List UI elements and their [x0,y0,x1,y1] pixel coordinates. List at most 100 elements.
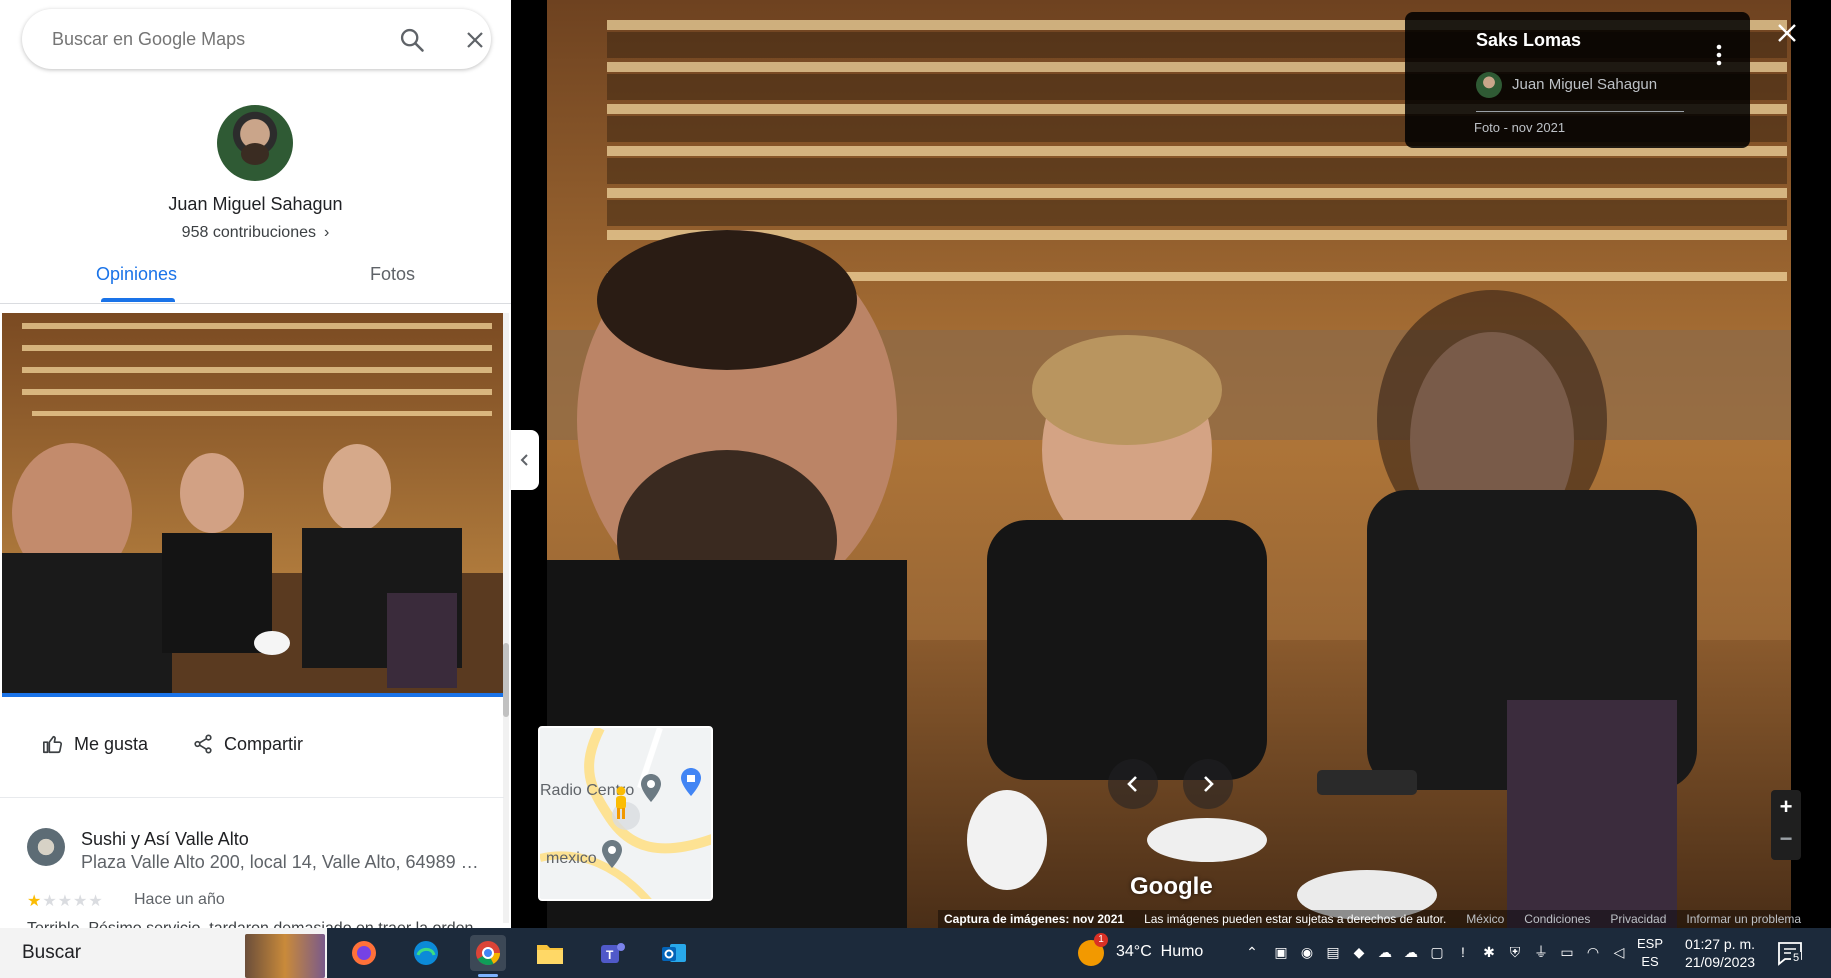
usb-icon[interactable]: ⏚ [1532,943,1550,961]
author-avatar[interactable] [1476,72,1502,98]
battery-icon[interactable]: ▭ [1558,943,1576,961]
contributor-panel: Juan Miguel Sahagun 958 contribuciones› … [0,0,511,928]
place-name[interactable]: Sushi y Así Valle Alto [81,829,249,850]
star-icon: ★ [57,893,74,910]
search-icon[interactable] [398,26,426,54]
review-photo[interactable] [2,313,504,695]
profile-name: Juan Miguel Sahagun [168,194,343,214]
weather-alert-badge: 1 [1094,933,1108,947]
mini-map[interactable]: Radio Centro mexico [538,726,713,901]
taskbar-search-label: Buscar [22,942,82,963]
active-tab-indicator [101,298,175,302]
pegman-icon[interactable] [612,786,630,820]
star-icon: ★ [27,893,43,910]
edge-icon[interactable] [408,935,444,971]
scrollbar-thumb[interactable] [503,643,509,717]
chevron-left-icon [520,454,528,466]
terms-link[interactable]: Condiciones [1524,912,1590,926]
security-icon[interactable]: ◆ [1350,943,1368,961]
chevron-right-icon [1204,776,1214,792]
teams-tray-icon[interactable]: ▤ [1324,943,1342,961]
map-label: mexico [546,850,597,867]
like-button[interactable]: Me gusta [42,733,148,755]
wifi-icon[interactable]: ◠ [1584,943,1602,961]
outlook-tray-icon[interactable]: ▣ [1272,943,1290,961]
contributions-link[interactable]: 958 contribuciones › [0,224,511,242]
attribution-bar: Captura de imágenes: nov 2021 Las imágen… [938,910,1808,928]
place-thumbnail[interactable] [27,828,65,866]
discord-icon[interactable]: ◉ [1298,943,1316,961]
zoom-in-button[interactable]: + [1771,794,1801,820]
shield-icon[interactable]: ⛨ [1506,943,1524,961]
contributions-count: 958 contribuciones [181,224,316,241]
temperature: 34°C [1116,943,1152,960]
zoom-out-button[interactable]: − [1771,826,1801,852]
shopping-pin-icon [681,768,701,796]
chevron-left-icon [1127,776,1137,792]
viewer-edge [1791,0,1831,928]
thumbs-up-icon [43,735,62,754]
bluetooth-icon[interactable]: ✱ [1480,943,1498,961]
report-problem-link[interactable]: Informar un problema [1686,912,1801,926]
close-icon[interactable] [463,28,487,52]
panel-scrollbar[interactable] [503,313,509,923]
share-icon [194,734,212,754]
language-indicator[interactable]: ESP ES [1637,935,1663,971]
close-viewer-icon[interactable] [1776,22,1798,44]
time: 01:27 p. m. [1684,936,1756,952]
zoom-controls: + − [1771,790,1801,860]
google-logo: Google [1130,873,1213,900]
photo-date: Foto - nov 2021 [1474,120,1566,135]
place-address: Plaza Valle Alto 200, local 14, Valle Al… [81,852,481,872]
divider [0,303,511,304]
previous-photo-button[interactable] [1108,759,1158,809]
teams-icon[interactable]: T [594,935,630,971]
date: 21/09/2023 [1684,954,1756,970]
firefox-icon[interactable] [346,935,382,971]
outlook-icon[interactable] [656,935,692,971]
photo-info-card: Saks Lomas Juan Miguel Sahagun Foto - no… [1405,12,1750,148]
chevron-up-icon[interactable]: ⌃ [1243,943,1261,961]
search-input[interactable] [52,28,382,50]
search-highlight-image [245,934,325,978]
file-explorer-icon[interactable] [532,935,568,971]
author-name[interactable]: Juan Miguel Sahagun [1512,76,1657,93]
next-photo-button[interactable] [1183,759,1233,809]
map-pin-icon [641,774,661,802]
clock[interactable]: 01:27 p. m. 21/09/2023 [1680,935,1760,971]
cloud-icon[interactable]: ☁ [1402,943,1420,961]
divider [1476,111,1684,112]
language-secondary: ES [1641,954,1659,969]
avatar[interactable] [217,105,293,181]
capture-date: Captura de imágenes: nov 2021 [944,912,1125,926]
notification-count: 5 [1791,952,1802,964]
cloud-icon[interactable]: ☁ [1376,943,1394,961]
like-label: Me gusta [74,733,149,754]
search-box[interactable] [22,9,491,69]
taskbar-search[interactable]: Buscar [0,928,327,978]
svg-text:T: T [606,948,614,962]
photo-selected-indicator [2,693,504,697]
region-link[interactable]: México [1466,912,1504,926]
speaker-icon[interactable]: ◁ [1610,943,1628,961]
privacy-link[interactable]: Privacidad [1610,912,1666,926]
review-text: Terrible. Pésimo servicio, tardaron dema… [27,920,478,928]
chrome-icon[interactable] [470,935,506,977]
copyright-notice: Las imágenes pueden estar sujetas a dere… [1144,912,1447,926]
share-button[interactable]: Compartir [192,733,303,755]
language-primary: ESP [1637,936,1664,951]
alert-icon[interactable]: ! [1454,943,1472,961]
tab-reviews[interactable]: Opiniones [96,264,177,285]
collapse-panel-button[interactable] [511,430,539,490]
app-tray-icon[interactable]: ▢ [1428,943,1446,961]
more-options-icon[interactable] [1716,44,1722,66]
star-rating: ★★★★★ [27,891,104,911]
review-time: Hace un año [134,891,225,908]
divider [0,797,504,798]
tab-photos[interactable]: Fotos [370,264,415,285]
app-window: Juan Miguel Sahagun 958 contribuciones› … [0,0,1831,978]
place-title[interactable]: Saks Lomas [1476,30,1581,51]
weather-widget[interactable]: 34°C Humo [1116,943,1203,961]
chevron-right-icon: › [323,224,330,241]
share-label: Compartir [224,733,304,754]
